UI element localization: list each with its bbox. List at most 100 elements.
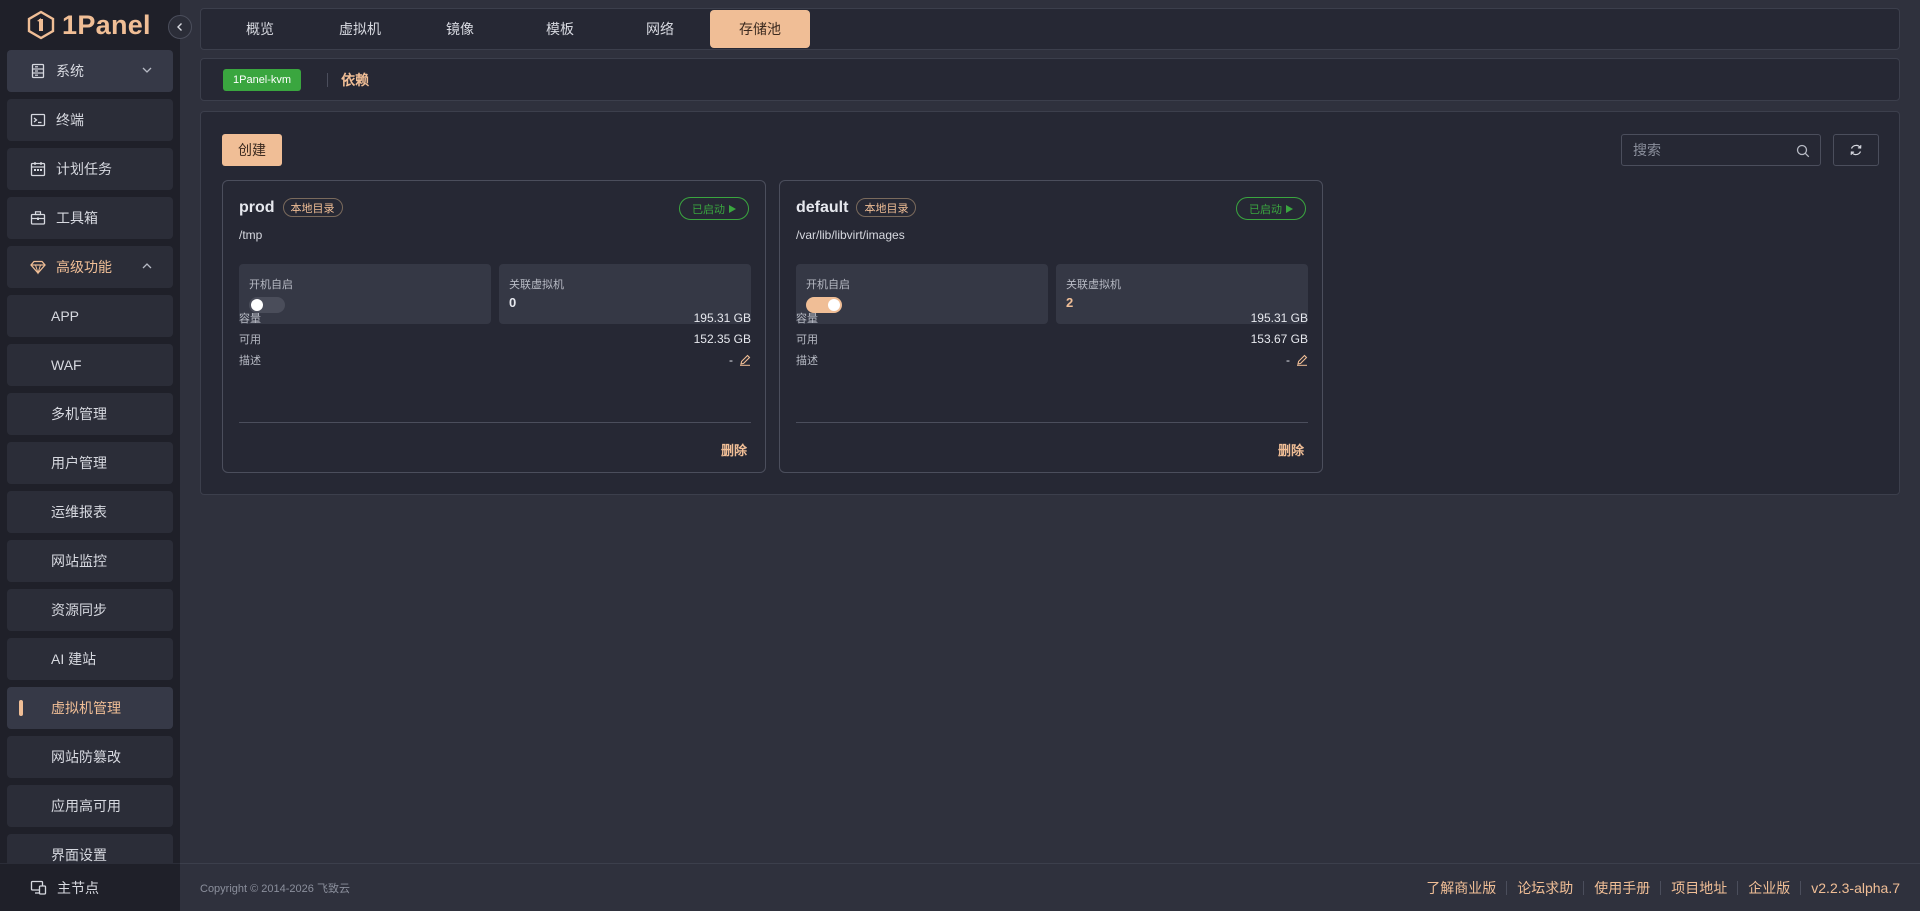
chevron-down-icon: [142, 67, 152, 73]
storage-pool-card: prod 本地目录 已启动 /tmp 开机自启 关联虚拟机 0 容量 195.3…: [222, 180, 766, 473]
copyright: Copyright © 2014-2026 飞致云: [200, 882, 350, 895]
sidebar-item-reports[interactable]: 运维报表: [7, 491, 173, 533]
search-box[interactable]: [1621, 134, 1821, 166]
sidebar-item-resource-sync[interactable]: 资源同步: [7, 589, 173, 631]
app-tag[interactable]: 1Panel-kvm: [223, 68, 302, 91]
sidebar-item-app[interactable]: APP: [7, 295, 173, 337]
pool-name: default: [796, 198, 849, 216]
sidebar-item-label: 多机管理: [51, 406, 107, 422]
sub-bar: 1Panel-kvm 依赖: [200, 58, 1900, 101]
footer-link-project[interactable]: 项目地址: [1661, 880, 1739, 895]
available-label: 可用: [796, 334, 818, 346]
delete-button[interactable]: 删除: [1278, 440, 1304, 459]
capacity-label: 容量: [239, 313, 261, 325]
sidebar-item-label: 终端: [56, 112, 84, 128]
tab-overview[interactable]: 概览: [210, 10, 310, 48]
card-header: prod 本地目录: [239, 198, 343, 217]
status-text: 已启动: [692, 203, 725, 216]
tab-network[interactable]: 网络: [610, 10, 710, 48]
pool-name: prod: [239, 198, 275, 216]
description-label: 描述: [239, 355, 261, 367]
divider: [327, 72, 329, 87]
create-button[interactable]: 创建: [222, 134, 282, 166]
logo-icon: [27, 10, 55, 40]
node-icon: [30, 880, 47, 895]
card-header: default 本地目录: [796, 198, 917, 217]
tab-templates[interactable]: 模板: [510, 10, 610, 48]
pool-type-badge: 本地目录: [282, 198, 343, 217]
logo[interactable]: 1Panel: [26, 8, 151, 42]
capacity-value: 195.31 GB: [693, 311, 751, 325]
sidebar-item-label: 工具箱: [56, 210, 98, 226]
description-value: -: [729, 353, 733, 367]
linked-vms-count: 0: [509, 295, 517, 310]
tab-images[interactable]: 镜像: [410, 10, 510, 48]
sidebar-item-cron[interactable]: 计划任务: [7, 148, 173, 190]
sidebar-item-ai-site[interactable]: AI 建站: [7, 638, 173, 680]
sidebar-item-system[interactable]: 系统: [7, 50, 173, 92]
sidebar-item-vm-management[interactable]: 虚拟机管理: [7, 687, 173, 729]
description-label: 描述: [796, 355, 818, 367]
footer-links: 了解商业版 论坛求助 使用手册 项目地址 企业版 v2.2.3-alpha.7: [1416, 880, 1900, 896]
sidebar-footer-node[interactable]: 主节点: [0, 863, 180, 911]
sidebar-item-label: 虚拟机管理: [51, 700, 121, 716]
linked-vms-count[interactable]: 2: [1066, 295, 1073, 310]
status-badge[interactable]: 已启动: [1236, 197, 1306, 220]
sidebar-footer-label: 主节点: [57, 879, 99, 896]
search-icon[interactable]: [1796, 144, 1810, 158]
status-text: 已启动: [1249, 203, 1282, 216]
sidebar-item-label: 网站监控: [51, 553, 107, 569]
refresh-button[interactable]: [1833, 134, 1879, 166]
pool-path: /tmp: [239, 228, 263, 242]
sidebar-item-tamper-proof[interactable]: 网站防篡改: [7, 736, 173, 778]
sidebar-item-multi-node[interactable]: 多机管理: [7, 393, 173, 435]
description-row: 描述 -: [796, 351, 1308, 369]
sidebar-item-site-monitor[interactable]: 网站监控: [7, 540, 173, 582]
terminal-icon: [29, 111, 47, 129]
available-label: 可用: [239, 334, 261, 346]
linked-vms-label: 关联虚拟机: [509, 279, 564, 291]
search-input[interactable]: [1633, 142, 1793, 158]
edit-icon[interactable]: [739, 354, 751, 366]
capacity-row: 容量 195.31 GB: [796, 309, 1308, 327]
footer-link-commercial[interactable]: 了解商业版: [1416, 880, 1508, 895]
footer-version[interactable]: v2.2.3-alpha.7: [1801, 880, 1900, 896]
play-icon: [1286, 204, 1293, 213]
sidebar-item-users[interactable]: 用户管理: [7, 442, 173, 484]
tab-storage-pool[interactable]: 存储池: [710, 10, 810, 48]
sidebar-item-label: 计划任务: [56, 161, 112, 177]
pool-type-badge: 本地目录: [856, 198, 917, 217]
capacity-label: 容量: [796, 313, 818, 325]
sidebar-item-toolbox[interactable]: 工具箱: [7, 197, 173, 239]
autostart-label: 开机自启: [806, 279, 850, 291]
tab-vms[interactable]: 虚拟机: [310, 10, 410, 48]
status-badge[interactable]: 已启动: [679, 197, 749, 220]
footer-link-docs[interactable]: 使用手册: [1584, 880, 1662, 895]
sidebar-item-high-availability[interactable]: 应用高可用: [7, 785, 173, 827]
delete-button[interactable]: 删除: [721, 440, 747, 459]
sidebar-item-label: 界面设置: [51, 847, 107, 863]
linked-vms-label: 关联虚拟机: [1066, 279, 1121, 291]
sidebar-collapse-button[interactable]: [168, 15, 192, 39]
footer-link-forum[interactable]: 论坛求助: [1507, 880, 1585, 895]
card-divider: [796, 422, 1308, 423]
capacity-row: 容量 195.31 GB: [239, 309, 751, 327]
sidebar-item-waf[interactable]: WAF: [7, 344, 173, 386]
sidebar-menu: 系统 终端 计划任务 工具箱 高级功能 APP WAF 多机管理 用户管理 运维…: [7, 50, 173, 883]
sidebar-item-advanced[interactable]: 高级功能: [7, 246, 173, 288]
sidebar-item-label: 网站防篡改: [51, 749, 121, 765]
sidebar-item-terminal[interactable]: 终端: [7, 99, 173, 141]
card-divider: [239, 422, 751, 423]
footer-edition[interactable]: 企业版: [1738, 880, 1802, 895]
chevron-left-icon: [177, 23, 182, 31]
description-value-wrap: -: [729, 353, 751, 367]
refresh-icon: [1850, 144, 1862, 156]
main-panel: 创建 prod 本地目录 已启动 /tmp 开机自启 关联虚拟机 0 容量 19…: [200, 111, 1900, 495]
pool-path: /var/lib/libvirt/images: [796, 228, 905, 242]
edit-icon[interactable]: [1296, 354, 1308, 366]
available-row: 可用 153.67 GB: [796, 330, 1308, 348]
page-footer: Copyright © 2014-2026 飞致云 了解商业版 论坛求助 使用手…: [180, 863, 1920, 911]
autostart-label: 开机自启: [249, 279, 293, 291]
dependency-link[interactable]: 依赖: [341, 70, 369, 90]
calendar-icon: [29, 160, 47, 178]
